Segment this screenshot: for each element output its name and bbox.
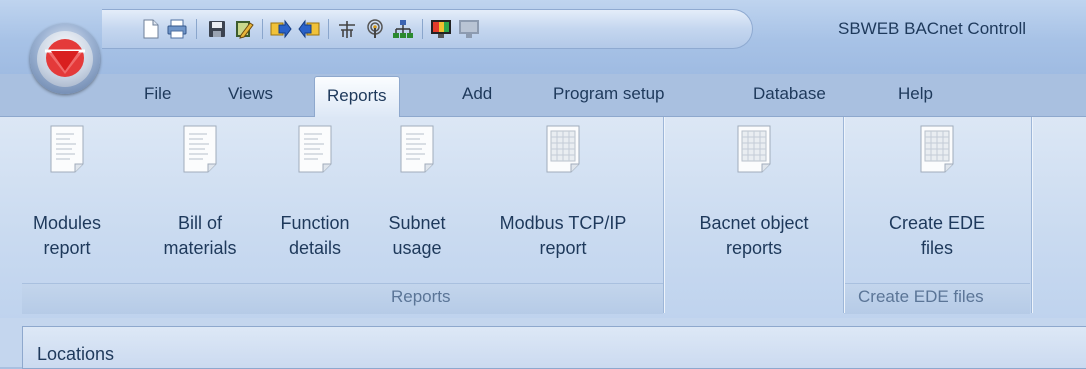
- tab-database[interactable]: Database: [753, 84, 826, 104]
- subnet-usage-label-1: Subnet: [388, 213, 446, 233]
- tab-file[interactable]: File: [144, 84, 171, 104]
- new-document-icon[interactable]: [140, 18, 162, 40]
- network-icon[interactable]: [392, 18, 414, 40]
- ribbon-tab-bar: File Views Reports Add Program setup Dat…: [0, 74, 1086, 118]
- edit-icon[interactable]: [234, 18, 256, 40]
- workspace-area: Locations: [0, 318, 1086, 369]
- modules-report-button[interactable]: Modules report: [30, 125, 104, 261]
- window-title: SBWEB BACnet Controll: [838, 19, 1027, 38]
- wireless-icon[interactable]: [364, 18, 386, 40]
- create-ede-label-2: files: [920, 238, 953, 258]
- antenna-icon[interactable]: [336, 18, 358, 40]
- create-ede-group-label: Create EDE files: [858, 287, 984, 306]
- create-ede-files-button[interactable]: Create EDE files: [862, 125, 1012, 261]
- reports-group-footer: [22, 283, 663, 314]
- table-report-icon: [546, 125, 580, 173]
- bacnet-object-label-2: reports: [725, 238, 783, 258]
- export-icon[interactable]: [270, 18, 292, 40]
- function-details-label-2: details: [288, 238, 342, 258]
- text-report-icon: [50, 125, 84, 173]
- print-icon[interactable]: [166, 18, 188, 40]
- tab-help[interactable]: Help: [898, 84, 933, 104]
- bacnet-object-label-1: Bacnet object: [699, 213, 809, 233]
- text-report-icon: [298, 125, 332, 173]
- modbus-tcpip-report-button[interactable]: Modbus TCP/IP report: [480, 125, 646, 261]
- tab-program-setup[interactable]: Program setup: [553, 84, 665, 104]
- function-details-label-1: Function: [280, 213, 350, 233]
- table-report-icon: [920, 125, 954, 173]
- group-separator: [843, 117, 844, 313]
- reports-group-label: Reports: [391, 287, 451, 306]
- create-ede-label-1: Create EDE: [888, 213, 986, 233]
- tab-add[interactable]: Add: [462, 84, 492, 104]
- tab-views[interactable]: Views: [228, 84, 273, 104]
- bacnet-object-reports-button[interactable]: Bacnet object reports: [672, 125, 836, 261]
- application-menu-button[interactable]: [30, 24, 100, 94]
- red-down-triangle-logo: [45, 39, 85, 77]
- group-separator: [1031, 117, 1032, 313]
- quick-access-toolbar: [102, 9, 753, 49]
- locations-panel[interactable]: Locations: [22, 326, 1086, 369]
- modbus-tcpip-label-1: Modbus TCP/IP: [499, 213, 627, 233]
- modules-report-label-1: Modules: [32, 213, 102, 233]
- text-report-icon: [400, 125, 434, 173]
- subnet-usage-button[interactable]: Subnet usage: [380, 125, 454, 261]
- bill-of-materials-button[interactable]: Bill of materials: [148, 125, 252, 261]
- function-details-button[interactable]: Function details: [265, 125, 365, 261]
- modbus-tcpip-label-2: report: [539, 238, 587, 258]
- subnet-usage-label-2: usage: [392, 238, 442, 258]
- table-report-icon: [737, 125, 771, 173]
- modules-report-label-2: report: [43, 238, 91, 258]
- monitor-color-icon[interactable]: [430, 18, 452, 40]
- save-icon[interactable]: [206, 18, 228, 40]
- import-icon[interactable]: [298, 18, 320, 40]
- bill-of-materials-label-2: materials: [163, 238, 237, 258]
- bill-of-materials-label-1: Bill of: [177, 213, 222, 233]
- ribbon-panel: Modules report Bill of materials Functio…: [0, 116, 1086, 319]
- title-bar: SBWEB BACnet Controll: [0, 0, 1086, 74]
- group-separator: [663, 117, 664, 313]
- tab-reports[interactable]: Reports: [314, 76, 400, 117]
- text-report-icon: [183, 125, 217, 173]
- monitor-disabled-icon[interactable]: [458, 18, 480, 40]
- locations-panel-title: Locations: [37, 344, 115, 364]
